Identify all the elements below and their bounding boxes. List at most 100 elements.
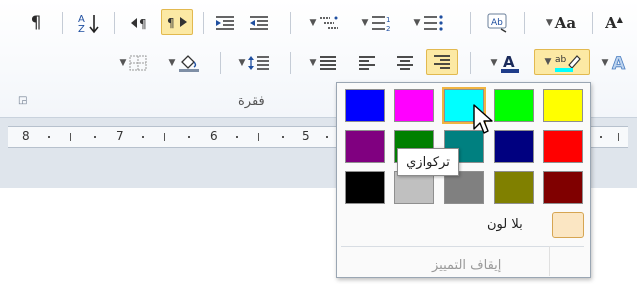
color-swatch-red[interactable] <box>543 130 583 163</box>
color-swatch-dark-yellow[interactable] <box>494 171 534 204</box>
separator <box>470 12 471 34</box>
align-right-icon <box>434 55 450 69</box>
align-justify-icon <box>320 56 337 70</box>
separator <box>114 12 115 34</box>
svg-text:1: 1 <box>386 16 390 24</box>
separator <box>592 12 593 34</box>
chevron-down-icon: ▼ <box>490 58 498 68</box>
chevron-down-icon: ▼ <box>168 58 176 68</box>
svg-text:A: A <box>612 54 626 74</box>
text-effects-icon: Ab <box>487 13 507 33</box>
color-tooltip: تركوازي <box>397 148 459 176</box>
svg-text:Z: Z <box>78 24 85 34</box>
ruler-tick <box>326 136 328 138</box>
separator <box>203 12 204 34</box>
align-left-button[interactable] <box>352 50 382 76</box>
font-color-button[interactable]: ▼ A <box>480 50 530 76</box>
color-swatch-yellow[interactable] <box>543 89 583 122</box>
color-swatch-black[interactable] <box>345 171 385 204</box>
stop-highlighting-option[interactable]: إيقاف التمييز <box>432 258 501 273</box>
ruler-tick <box>142 136 144 138</box>
chevron-down-icon: ▼ <box>309 58 317 68</box>
chevron-down-icon: ▼ <box>545 18 553 28</box>
borders-button[interactable]: ▼ <box>110 50 156 76</box>
sort-az-icon: A Z <box>78 14 99 34</box>
borders-icon <box>129 55 147 71</box>
grow-font-button[interactable]: A ▲ <box>600 10 628 36</box>
text-highlight-color-button[interactable]: ▼ ab <box>534 49 590 75</box>
separator <box>290 52 291 74</box>
svg-text:ab: ab <box>555 55 567 65</box>
paragraph-group-label: فقرة <box>238 94 265 109</box>
decrease-indent-icon <box>216 16 234 30</box>
sort-button[interactable]: A Z <box>74 10 104 36</box>
ruler-tick <box>188 136 190 138</box>
color-swatch-dark-red[interactable] <box>543 171 583 204</box>
mouse-pointer-icon <box>473 104 493 134</box>
document-background <box>0 150 340 188</box>
no-color-option[interactable]: بلا لون <box>487 217 523 232</box>
increase-indent-icon <box>250 16 268 30</box>
chevron-down-icon: ▼ <box>544 57 552 67</box>
chevron-down-icon: ▼ <box>309 18 317 28</box>
svg-text:Ab: Ab <box>491 18 503 28</box>
dialog-launcher-icon[interactable]: ◲ <box>18 95 27 106</box>
ruler-tick <box>236 136 238 138</box>
chevron-down-icon: ▼ <box>601 58 609 68</box>
change-case-button[interactable]: Ab <box>482 9 514 35</box>
align-left-icon <box>359 56 375 70</box>
separator <box>62 12 63 34</box>
align-center-button[interactable] <box>390 50 420 76</box>
increase-indent-button[interactable] <box>244 10 274 36</box>
svg-text:¶: ¶ <box>139 17 147 31</box>
svg-text:A: A <box>503 53 515 71</box>
ltr-direction-button[interactable]: ¶ <box>126 10 156 36</box>
justify-button[interactable]: ▼ <box>300 50 346 76</box>
no-color-swatch[interactable] <box>552 212 584 238</box>
separator <box>290 12 291 34</box>
ruler-tick <box>70 133 71 141</box>
line-spacing-button[interactable]: ▼ <box>230 50 278 76</box>
chevron-down-icon: ▼ <box>238 58 246 68</box>
menu-separator <box>341 246 584 247</box>
ruler-number: 6 <box>210 129 218 143</box>
align-right-button[interactable] <box>426 49 458 75</box>
shading-button[interactable]: ▼ <box>160 50 208 76</box>
rtl-direction-button[interactable]: ¶ <box>161 9 193 35</box>
ruler-number: 5 <box>302 129 310 143</box>
ruler-tick <box>94 136 96 138</box>
decrease-indent-button[interactable] <box>210 10 240 36</box>
ruler-number: 7 <box>116 129 124 143</box>
color-swatch-pink[interactable] <box>394 89 434 122</box>
chevron-down-icon: ▼ <box>119 58 127 68</box>
multilevel-list-button[interactable]: ▼ <box>300 10 348 36</box>
separator <box>220 52 221 74</box>
font-case-button[interactable]: ▼ Aa <box>536 10 584 36</box>
numbering-button[interactable]: ▼ 1 2 <box>352 10 400 36</box>
show-formatting-marks-button[interactable]: ¶ <box>24 10 48 36</box>
menu-gutter <box>549 246 550 276</box>
left-to-right-icon: ¶ <box>131 17 147 31</box>
chevron-down-icon: ▼ <box>361 18 369 28</box>
color-swatch-bright-green[interactable] <box>494 89 534 122</box>
text-effects-button[interactable]: ▼ A <box>594 50 636 76</box>
numbering-icon: 1 2 <box>372 16 391 32</box>
color-swatch-violet[interactable] <box>345 130 385 163</box>
highlighter-icon: ab <box>555 55 582 72</box>
right-to-left-icon: ¶ <box>167 16 187 30</box>
chevron-down-icon: ▼ <box>413 18 421 28</box>
ruler-tick <box>618 133 619 141</box>
bullets-icon <box>424 15 444 31</box>
svg-text:2: 2 <box>386 25 390 32</box>
ruler-tick <box>600 136 602 138</box>
bullets-button[interactable]: ▼ <box>404 10 452 36</box>
ruler-number: 8 <box>22 129 30 143</box>
separator <box>470 52 471 74</box>
line-spacing-icon <box>248 56 270 70</box>
color-swatch-dark-blue[interactable] <box>494 130 534 163</box>
color-swatch-blue[interactable] <box>345 89 385 122</box>
paint-bucket-icon <box>179 55 200 72</box>
align-center-icon <box>397 56 413 70</box>
text-effects-a-icon: A <box>612 54 627 74</box>
svg-text:¶: ¶ <box>167 16 175 30</box>
